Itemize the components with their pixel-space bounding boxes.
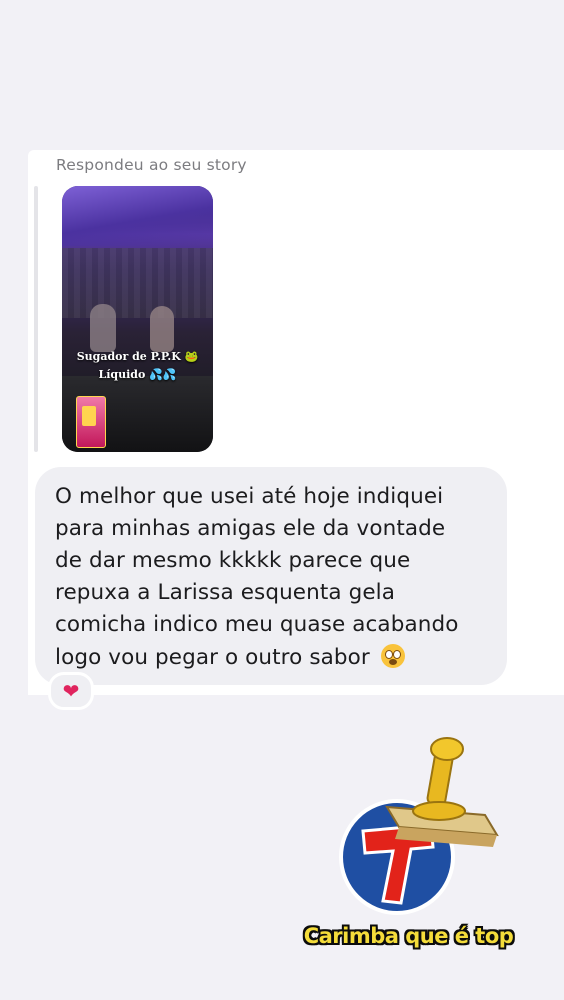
heart-icon: ❤ bbox=[62, 679, 80, 703]
stamp-sticker-icon[interactable] bbox=[335, 735, 505, 925]
heart-reaction-icon[interactable]: ❤ bbox=[48, 672, 94, 710]
story-person-figure bbox=[150, 306, 174, 352]
message-line: O melhor que usei até hoje indiquei bbox=[55, 484, 444, 509]
story-thumbnail[interactable]: Sugador de P.P.K 🐸 Líquido 💦💦 bbox=[62, 186, 213, 452]
message-line-last: logo vou pegar o outro sabor bbox=[55, 644, 405, 670]
story-wall-panel bbox=[62, 248, 213, 318]
flushed-face-icon bbox=[380, 644, 405, 668]
story-reply-label: Respondeu ao seu story bbox=[56, 156, 247, 174]
message-line: logo vou pegar o outro sabor bbox=[55, 645, 370, 670]
story-person-figure bbox=[90, 304, 116, 352]
message-line: para minhas amigas ele da vontade bbox=[55, 516, 446, 541]
message-line: de dar mesmo kkkkk parece que bbox=[55, 548, 411, 573]
message-line: repuxa a Larissa esquenta gela bbox=[55, 580, 396, 605]
story-caption-line: Líquido 💦💦 bbox=[98, 368, 177, 381]
story-ceiling-light bbox=[62, 186, 213, 246]
product-label-image bbox=[82, 406, 96, 426]
message-line: comicha indico meu quase acabando bbox=[55, 612, 459, 637]
sticker-caption: Carimba que é top bbox=[303, 924, 514, 948]
story-caption-line: Sugador de P.P.K 🐸 bbox=[76, 350, 199, 363]
quote-bar bbox=[34, 186, 38, 452]
story-caption: Sugador de P.P.K 🐸 Líquido 💦💦 bbox=[62, 348, 213, 384]
